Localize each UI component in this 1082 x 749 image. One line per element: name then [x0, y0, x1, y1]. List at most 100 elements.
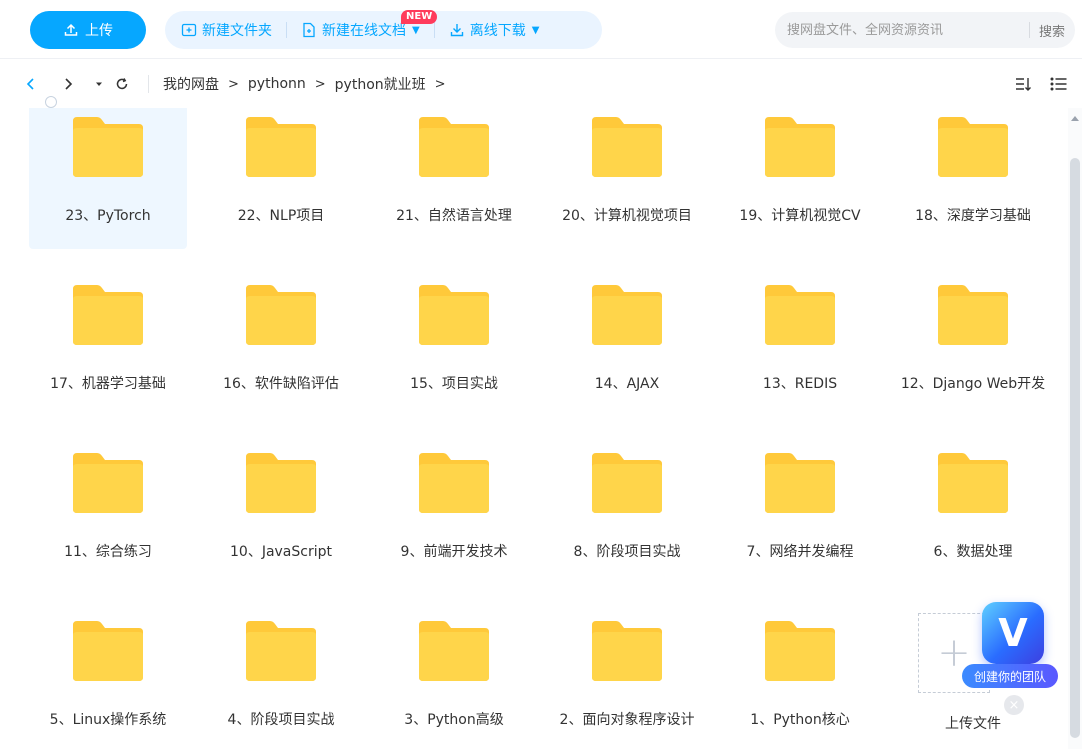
- folder-item[interactable]: 8、阶段项目实战: [548, 441, 706, 585]
- folder-icon: [419, 285, 489, 345]
- breadcrumb-separator[interactable]: >: [435, 77, 446, 92]
- folder-icon: [246, 117, 316, 177]
- folder-item[interactable]: 10、JavaScript: [202, 441, 360, 585]
- folder-item[interactable]: 11、综合练习: [29, 441, 187, 585]
- new-online-doc-button[interactable]: 新建在线文档 ▼ NEW: [301, 10, 438, 40]
- new-folder-button[interactable]: 新建文件夹: [181, 20, 272, 40]
- folder-name: 9、前端开发技术: [400, 544, 508, 560]
- navigation-bar: 我的网盘 > pythonn > python就业班 >: [0, 58, 1082, 108]
- folder-item[interactable]: 9、前端开发技术: [375, 441, 533, 585]
- folder-item[interactable]: 12、Django Web开发: [894, 273, 1052, 417]
- folder-name: 11、综合练习: [64, 544, 152, 560]
- new-doc-icon: [303, 22, 315, 38]
- folder-item[interactable]: 6、数据处理: [894, 441, 1052, 585]
- folder-name: 21、自然语言处理: [396, 208, 512, 224]
- chevron-left-icon: [26, 78, 34, 90]
- folder-icon: [938, 117, 1008, 177]
- forward-button[interactable]: [61, 75, 75, 93]
- folder-item[interactable]: 5、Linux操作系统: [29, 609, 187, 749]
- folder-name: 13、REDIS: [762, 376, 838, 392]
- folder-item[interactable]: 4、阶段项目实战: [202, 609, 360, 749]
- breadcrumb-separator: >: [228, 76, 239, 92]
- breadcrumb-item[interactable]: 我的网盘: [163, 74, 219, 94]
- folder-icon: [765, 621, 835, 681]
- folder-name: 8、阶段项目实战: [573, 544, 681, 560]
- upload-file-label: 上传文件: [945, 716, 1001, 732]
- search-button[interactable]: 搜索: [1030, 21, 1075, 40]
- folder-item[interactable]: 18、深度学习基础: [894, 108, 1052, 249]
- folder-icon: [73, 117, 143, 177]
- search-input[interactable]: [775, 12, 1029, 48]
- upload-button-label: 上传: [85, 23, 113, 39]
- folder-icon: [592, 117, 662, 177]
- file-grid: 23、PyTorch 22、NLP项目 21、自然语言处理 20、计算机视觉项目…: [29, 108, 1052, 749]
- folder-item[interactable]: 1、Python核心: [721, 609, 879, 749]
- list-view-button[interactable]: [1050, 75, 1068, 97]
- folder-name: 4、阶段项目实战: [227, 712, 335, 728]
- folder-item[interactable]: 16、软件缺陷评估: [202, 273, 360, 417]
- folder-name: 5、Linux操作系统: [49, 712, 167, 728]
- folder-name: 17、机器学习基础: [50, 376, 166, 392]
- folder-name: 20、计算机视觉项目: [562, 208, 692, 224]
- divider: [148, 75, 149, 93]
- new-badge: NEW: [401, 10, 438, 24]
- folder-item[interactable]: 14、AJAX: [548, 273, 706, 417]
- search-box: 搜索: [775, 12, 1075, 48]
- breadcrumb-separator: >: [314, 76, 326, 92]
- breadcrumb-item[interactable]: python就业班: [335, 74, 426, 94]
- new-folder-icon: [181, 23, 197, 37]
- upload-button[interactable]: 上传: [30, 11, 146, 49]
- refresh-icon: [116, 78, 128, 90]
- folder-icon: [592, 453, 662, 513]
- folder-icon: [592, 285, 662, 345]
- selection-checkbox[interactable]: [45, 96, 57, 108]
- chevron-right-icon: [65, 78, 73, 90]
- sort-icon: [1016, 78, 1031, 91]
- file-grid-area: 23、PyTorch 22、NLP项目 21、自然语言处理 20、计算机视觉项目…: [0, 108, 1066, 749]
- folder-item[interactable]: 13、REDIS: [721, 273, 879, 417]
- scrollbar[interactable]: [1068, 108, 1082, 749]
- folder-item[interactable]: 7、网络并发编程: [721, 441, 879, 585]
- refresh-button[interactable]: [115, 75, 129, 93]
- folder-icon: [73, 285, 143, 345]
- offline-download-button[interactable]: 离线下载 ▼: [449, 20, 539, 40]
- folder-icon: [419, 453, 489, 513]
- folder-icon: [765, 117, 835, 177]
- sort-button[interactable]: [1014, 75, 1032, 97]
- folder-name: 3、Python高级: [404, 712, 504, 728]
- team-logo-letter: V: [998, 611, 1028, 655]
- breadcrumb-item[interactable]: pythonn: [248, 76, 306, 92]
- close-icon[interactable]: ×: [1004, 695, 1024, 715]
- folder-name: 2、面向对象程序设计: [559, 712, 695, 728]
- folder-item[interactable]: 20、计算机视觉项目: [548, 108, 706, 249]
- folder-icon: [246, 285, 316, 345]
- folder-icon: [73, 621, 143, 681]
- folder-item[interactable]: 15、项目实战: [375, 273, 533, 417]
- create-team-promo[interactable]: V 创建你的团队 ×: [960, 598, 1060, 715]
- folder-name: 14、AJAX: [594, 376, 660, 392]
- folder-item[interactable]: 2、面向对象程序设计: [548, 609, 706, 749]
- folder-item[interactable]: 23、PyTorch: [29, 108, 187, 249]
- folder-item[interactable]: 19、计算机视觉CV: [721, 108, 879, 249]
- scroll-thumb[interactable]: [1070, 158, 1080, 738]
- folder-item[interactable]: 3、Python高级: [375, 609, 533, 749]
- folder-item[interactable]: 22、NLP项目: [202, 108, 360, 249]
- offline-download-label: 离线下载: [469, 23, 526, 39]
- toolbar: 上传 新建文件夹 新建在线文档 ▼ NEW 离线下载 ▼ 搜网盘文件、全网资源资…: [0, 0, 1082, 58]
- breadcrumb: 我的网盘 > pythonn > python就业班 >: [163, 74, 455, 94]
- folder-icon: [938, 285, 1008, 345]
- action-bar: 新建文件夹 新建在线文档 ▼ NEW 离线下载 ▼: [165, 10, 602, 49]
- folder-icon: [73, 453, 143, 513]
- history-dropdown-button[interactable]: [92, 75, 106, 93]
- divider: [286, 22, 287, 38]
- list-icon: [1050, 77, 1067, 91]
- folder-name: 10、JavaScript: [230, 544, 332, 560]
- folder-item[interactable]: 17、机器学习基础: [29, 273, 187, 417]
- folder-name: 1、Python核心: [750, 712, 850, 728]
- folder-name: 7、网络并发编程: [746, 544, 854, 560]
- folder-item[interactable]: 21、自然语言处理: [375, 108, 533, 249]
- folder-icon: [592, 621, 662, 681]
- scroll-up-arrow-icon[interactable]: [1071, 116, 1079, 121]
- caret-down-icon: [96, 82, 102, 86]
- back-button[interactable]: [24, 75, 38, 93]
